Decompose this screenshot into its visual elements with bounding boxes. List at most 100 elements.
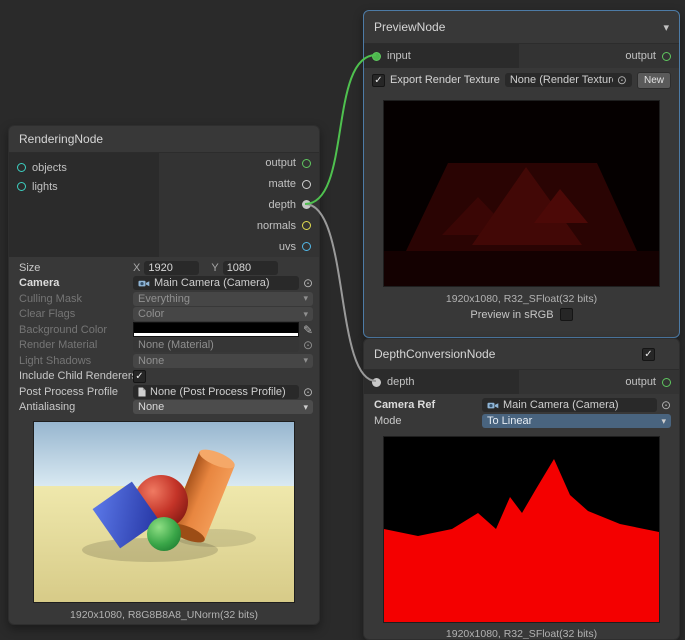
include-child-renderers-row: Include Child Renderers ✓ <box>9 369 319 385</box>
mode-value: To Linear <box>487 415 661 427</box>
graph-canvas[interactable]: RenderingNode objects lights output <box>0 0 685 640</box>
clear-flags-row: Clear Flags Color ▾ <box>9 307 319 323</box>
post-process-profile-picker-icon[interactable]: ⊙ <box>303 386 313 398</box>
port-objects[interactable]: objects <box>9 158 159 177</box>
depth-conversion-node[interactable]: DepthConversionNode ✓ depth output Camer… <box>363 338 680 640</box>
camera-icon <box>487 401 499 410</box>
port-depth-input[interactable]: depth <box>364 370 519 394</box>
preview-node[interactable]: PreviewNode ▾ input output ✓ Export Rend… <box>363 10 680 338</box>
antialiasing-value: None <box>138 401 303 413</box>
camera-object-field[interactable]: Main Camera (Camera) <box>133 276 299 290</box>
light-shadows-row: Light Shadows None ▾ <box>9 353 319 369</box>
camera-ref-row: Camera Ref Main Camera (Camera) ⊙ <box>364 397 679 413</box>
light-shadows-label: Light Shadows <box>9 355 133 367</box>
dropdown-arrow-icon: ▾ <box>303 293 308 304</box>
port-input-dot[interactable] <box>372 52 381 61</box>
port-output[interactable]: output <box>159 157 319 169</box>
rendering-preview-image <box>33 421 295 603</box>
camera-ref-object-field[interactable]: Main Camera (Camera) <box>482 398 657 412</box>
mode-dropdown[interactable]: To Linear ▾ <box>482 414 671 428</box>
depth-conversion-node-header[interactable]: DepthConversionNode ✓ <box>364 339 679 370</box>
culling-mask-value: Everything <box>138 293 303 305</box>
port-depth-input-label: depth <box>387 376 415 388</box>
render-texture-object-field[interactable]: None (Render Texture) ⊙ <box>505 73 632 87</box>
rendering-node-header[interactable]: RenderingNode <box>9 126 319 153</box>
include-child-renderers-label: Include Child Renderers <box>9 370 133 382</box>
dropdown-arrow-icon: ▾ <box>303 355 308 366</box>
camera-ref-picker-icon[interactable]: ⊙ <box>661 399 671 411</box>
port-depthconv-output-label: output <box>625 376 656 388</box>
eyedropper-icon: ✎ <box>303 324 313 336</box>
rendering-node-title: RenderingNode <box>19 132 309 146</box>
port-depth-dot[interactable] <box>302 200 311 209</box>
port-output-label: output <box>265 157 296 169</box>
port-objects-label: objects <box>32 162 67 174</box>
port-uvs[interactable]: uvs <box>159 241 319 253</box>
render-material-object-field: None (Material) <box>133 338 299 352</box>
camera-row: Camera Main Camera (Camera) ⊙ <box>9 276 319 292</box>
port-input[interactable]: input <box>364 44 519 68</box>
port-depth[interactable]: depth <box>159 199 319 211</box>
port-lights-label: lights <box>32 181 58 193</box>
dropdown-arrow-icon: ▾ <box>303 309 308 320</box>
linear-depth-preview-image <box>383 436 660 623</box>
srgb-row: Preview in sRGB <box>364 308 679 321</box>
port-input-label: input <box>387 50 411 62</box>
depth-preview-image <box>383 100 660 287</box>
port-depthconv-output[interactable]: output <box>519 370 679 394</box>
size-label: Size <box>9 262 133 274</box>
port-output-dot[interactable] <box>302 159 311 168</box>
srgb-label: Preview in sRGB <box>470 309 553 321</box>
camera-object-picker-icon[interactable]: ⊙ <box>303 277 313 289</box>
post-process-profile-label: Post Process Profile <box>9 386 133 398</box>
preview-node-header[interactable]: PreviewNode ▾ <box>364 11 679 44</box>
background-color-row: Background Color ✎ <box>9 322 319 338</box>
dropdown-arrow-icon: ▾ <box>661 416 666 427</box>
post-process-profile-object-field[interactable]: None (Post Process Profile) <box>133 385 299 399</box>
port-matte-dot[interactable] <box>302 180 311 189</box>
rendering-preview-caption: 1920x1080, R8G8B8A8_UNorm(32 bits) <box>9 609 319 621</box>
port-normals-label: normals <box>257 220 296 232</box>
size-y-input[interactable]: 1080 <box>223 261 278 275</box>
srgb-checkbox[interactable] <box>560 308 573 321</box>
depthconv-preview-caption: 1920x1080, R32_SFloat(32 bits) <box>364 628 679 640</box>
camera-label: Camera <box>9 277 133 289</box>
preview-caption: 1920x1080, R32_SFloat(32 bits) <box>364 293 679 305</box>
port-preview-output-dot[interactable] <box>662 52 671 61</box>
camera-ref-label: Camera Ref <box>364 399 482 411</box>
port-uvs-dot[interactable] <box>302 242 311 251</box>
port-lights[interactable]: lights <box>9 177 159 196</box>
export-render-texture-checkbox[interactable]: ✓ <box>372 74 385 87</box>
port-normals-dot[interactable] <box>302 221 311 230</box>
render-material-label: Render Material <box>9 339 133 351</box>
size-x-input[interactable]: 1920 <box>144 261 199 275</box>
new-button[interactable]: New <box>637 72 671 89</box>
port-lights-dot[interactable] <box>17 182 26 191</box>
include-child-renderers-checkbox[interactable]: ✓ <box>133 370 146 383</box>
port-depth-input-dot[interactable] <box>372 378 381 387</box>
port-depthconv-output-dot[interactable] <box>662 378 671 387</box>
camera-value: Main Camera (Camera) <box>154 277 294 289</box>
render-texture-picker-icon[interactable]: ⊙ <box>617 74 627 86</box>
port-uvs-label: uvs <box>279 241 296 253</box>
node-enabled-checkbox[interactable]: ✓ <box>642 348 655 361</box>
render-texture-value: None (Render Texture) <box>510 74 613 86</box>
antialiasing-row: Antialiasing None ▾ <box>9 400 319 416</box>
rendering-node[interactable]: RenderingNode objects lights output <box>8 125 320 625</box>
export-render-texture-label: Export Render Texture <box>390 74 500 86</box>
camera-icon <box>138 279 150 288</box>
size-y-axis-label: Y <box>211 262 218 274</box>
collapse-chevron-icon[interactable]: ▾ <box>663 21 669 34</box>
port-objects-dot[interactable] <box>17 163 26 172</box>
clear-flags-dropdown: Color ▾ <box>133 307 313 321</box>
port-preview-output[interactable]: output <box>519 44 679 68</box>
port-matte[interactable]: matte <box>159 178 319 190</box>
preview-node-title: PreviewNode <box>374 20 663 34</box>
mode-label: Mode <box>364 415 482 427</box>
port-depth-label: depth <box>268 199 296 211</box>
background-color-swatch <box>133 322 299 337</box>
export-render-texture-row: ✓ Export Render Texture None (Render Tex… <box>364 68 679 92</box>
antialiasing-dropdown[interactable]: None ▾ <box>133 400 313 414</box>
port-normals[interactable]: normals <box>159 220 319 232</box>
document-icon <box>138 387 146 397</box>
